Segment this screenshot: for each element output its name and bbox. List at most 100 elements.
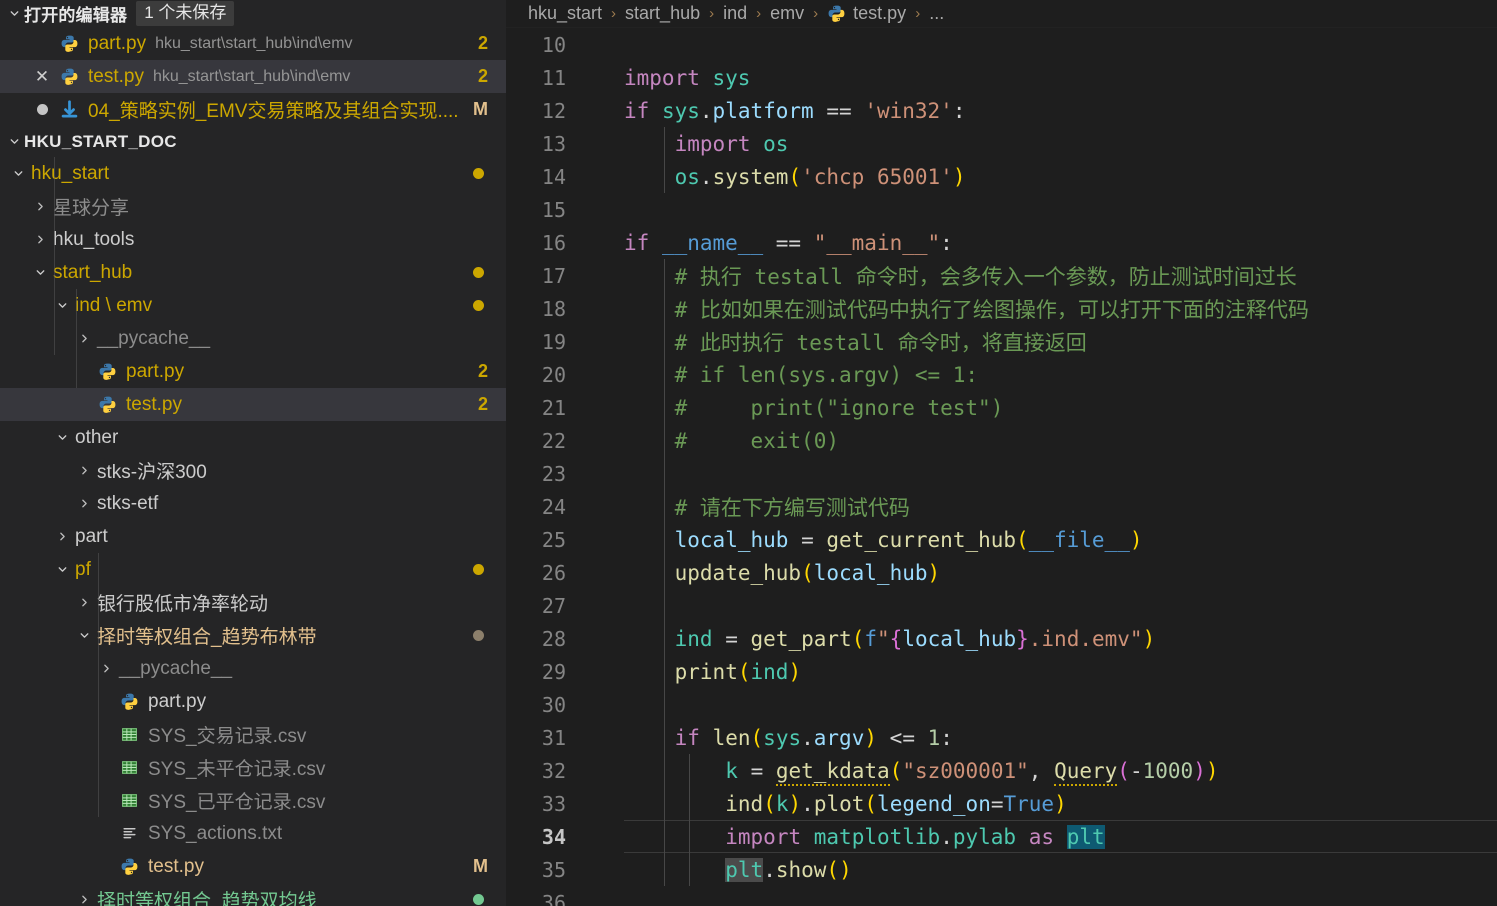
chevron-down-icon[interactable] [74,629,94,642]
code-line[interactable]: 14 os.system('chcp 65001') [506,160,1497,193]
chevron-down-icon[interactable] [4,135,24,148]
code-token: plot [813,791,865,816]
chevron-right-icon[interactable] [30,200,50,213]
code-line[interactable]: 35 plt.show() [506,853,1497,886]
chevron-right-icon[interactable] [74,464,94,477]
tree-item[interactable]: part.py [0,685,506,718]
line-number: 33 [541,791,566,816]
tree-item-label: ind \ emv [75,294,153,316]
code-line[interactable]: 27 [506,589,1497,622]
code-line[interactable]: 25 local_hub = get_current_hub(__file__) [506,523,1497,556]
breadcrumb[interactable]: hku_start › start_hub › ind › emv › test.py ›... [506,0,1497,28]
close-icon[interactable]: ✕ [28,67,56,87]
breadcrumb-item[interactable]: test.py [853,3,906,24]
breadcrumb-item[interactable]: emv [770,3,804,24]
code-line[interactable]: 12 if sys.platform == 'win32': [506,94,1497,127]
code-line[interactable]: 20 # if len(sys.argv) <= 1: [506,358,1497,391]
tree-item[interactable]: hku_tools [0,223,506,256]
code-editor[interactable]: 10 11 import sys 12 if sys.platform == 'win3… [506,28,1497,906]
open-editor-item[interactable]: part.py hku_start\start_hub\ind\emv 2 [0,27,506,60]
code-line[interactable]: 28 ind = get_part(f"{local_hub}.ind.emv"… [506,622,1497,655]
code-line[interactable]: 31 if len(sys.argv) <= 1: [506,721,1497,754]
code-line[interactable]: 19 # 此时执行 testall 命令时，将直接返回 [506,325,1497,358]
open-editor-item[interactable]: 04_策略实例_EMV交易策略及其组合实现.... M [0,93,506,126]
chevron-right-icon[interactable] [74,497,94,510]
code-line[interactable]: 30 [506,688,1497,721]
code-line[interactable]: 15 [506,193,1497,226]
chevron-right-icon[interactable] [74,893,94,906]
open-editor-name: part.py [88,32,147,54]
tree-item[interactable]: SYS_已平仓记录.csv [0,784,506,817]
code-line[interactable]: 33 ind(k).plot(legend_on=True) [506,787,1497,820]
code-line[interactable]: 21 # print("ignore test") [506,391,1497,424]
code-token: if [624,230,650,255]
code-line[interactable]: 17 # 执行 testall 命令时，会多传入一个参数，防止测试时间过长 [506,259,1497,292]
chevron-down-icon[interactable] [4,7,24,20]
chevron-right-icon[interactable] [52,530,72,543]
code-string: 'chcp 65001' [801,164,953,189]
code-line[interactable]: 18 # 比如如果在测试代码中执行了绘图操作，可以打开下面的注释代码 [506,292,1497,325]
tree-item[interactable]: stks-etf [0,487,506,520]
tree-item[interactable]: hku_start [0,157,506,190]
unsaved-dot-icon[interactable] [28,104,56,115]
line-number: 32 [541,758,566,783]
tree-item-label: hku_tools [53,228,135,250]
tree-item[interactable]: stks-沪深300 [0,454,506,487]
code-line[interactable]: 34 import matplotlib.pylab as plt [506,820,1497,853]
tree-item[interactable]: test.py 2 [0,388,506,421]
tree-item[interactable]: 星球分享 [0,190,506,223]
tree-item[interactable]: __pycache__ [0,652,506,685]
code-line[interactable]: 16 if __name__ == "__main__": [506,226,1497,259]
breadcrumb-item[interactable]: start_hub [625,3,700,24]
tree-item[interactable]: other [0,421,506,454]
vscode-window: 打开的编辑器 1 个未保存 part.py hku_start\start_hub… [0,0,1497,906]
tree-item[interactable]: test.py M [0,850,506,883]
breadcrumb-item[interactable]: ind [723,3,747,24]
chevron-down-icon[interactable] [52,431,72,444]
csv-icon [116,759,142,776]
tree-item-label: 银行股低市净率轮动 [97,594,269,615]
tree-item[interactable]: part [0,520,506,553]
code-line[interactable]: 23 [506,457,1497,490]
chevron-down-icon[interactable] [52,563,72,576]
chevron-right-icon[interactable] [74,596,94,609]
code-line[interactable]: 22 # exit(0) [506,424,1497,457]
breadcrumb-item[interactable]: ... [929,3,944,24]
code-token: print [674,659,738,684]
explorer-sidebar: 打开的编辑器 1 个未保存 part.py hku_start\start_hub… [0,0,506,906]
tree-item[interactable]: SYS_交易记录.csv [0,718,506,751]
code-line[interactable]: 32 k = get_kdata("sz000001", Query(-1000… [506,754,1497,787]
tree-item[interactable]: start_hub [0,256,506,289]
line-number: 34 [541,824,566,849]
chevron-down-icon[interactable] [52,299,72,312]
code-indent-guide [664,127,665,193]
open-editor-item[interactable]: ✕ test.py hku_start\start_hub\ind\emv 2 [0,60,506,93]
chevron-right-icon[interactable] [30,233,50,246]
tree-item[interactable]: SYS_未平仓记录.csv [0,751,506,784]
code-line[interactable]: 24 # 请在下方编写测试代码 [506,490,1497,523]
code-line[interactable]: 13 import os [506,127,1497,160]
chevron-right-icon[interactable] [74,332,94,345]
code-string: 'win32' [864,98,953,123]
line-number: 26 [541,560,566,585]
tree-item[interactable]: pf [0,553,506,586]
code-line[interactable]: 29 print(ind) [506,655,1497,688]
chevron-down-icon[interactable] [8,167,28,180]
python-icon [827,4,846,23]
notebook-icon [56,100,82,119]
tree-item-label: __pycache__ [97,327,211,349]
tree-item[interactable]: 择时等权组合_趋势双均线 [0,883,506,906]
code-line[interactable]: 36 [506,886,1497,906]
chevron-right-icon[interactable] [96,662,116,675]
code-token: sys [763,725,802,750]
chevron-down-icon[interactable] [30,266,50,279]
explorer-root-header[interactable]: HKU_START_DOC [0,126,506,157]
tree-item[interactable]: 择时等权组合_趋势布林带 [0,619,506,652]
code-line[interactable]: 26 update_hub(local_hub) [506,556,1497,589]
tree-item[interactable]: 银行股低市净率轮动 [0,586,506,619]
open-editors-header[interactable]: 打开的编辑器 1 个未保存 [0,0,506,27]
breadcrumb-item[interactable]: hku_start [528,3,602,24]
tree-item[interactable]: SYS_actions.txt [0,817,506,850]
code-line[interactable]: 11 import sys [506,61,1497,94]
code-line[interactable]: 10 [506,28,1497,61]
